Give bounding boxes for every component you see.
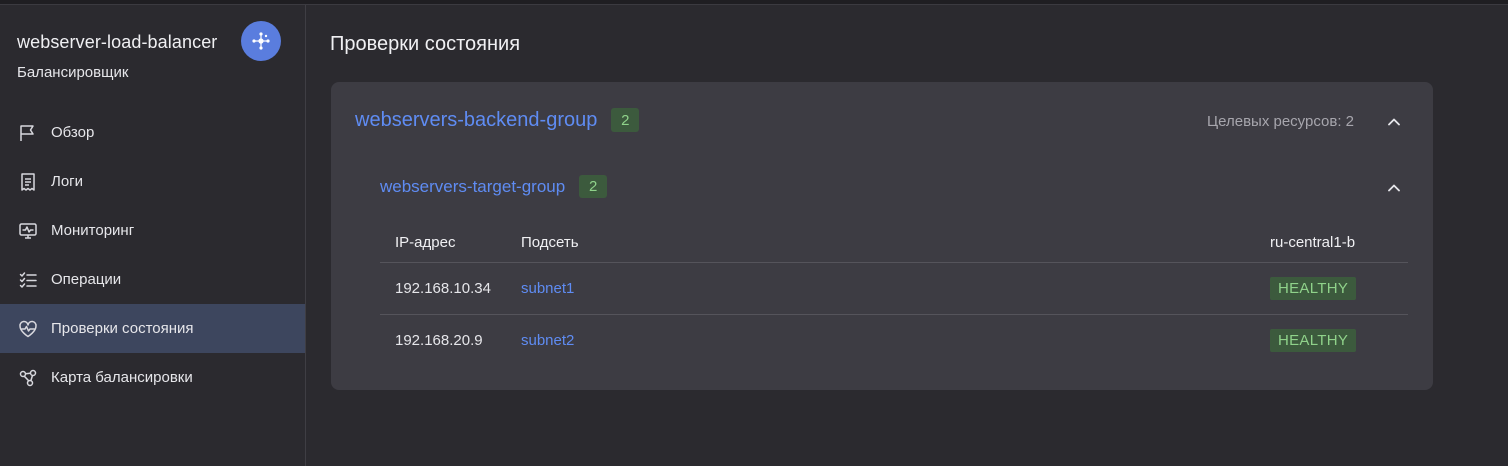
heart-pulse-icon (17, 318, 39, 340)
flag-icon (17, 122, 39, 144)
column-header-subnet: Подсеть (521, 233, 579, 251)
backend-group-link[interactable]: webservers-backend-group (355, 109, 597, 132)
chevron-up-icon[interactable] (1384, 178, 1404, 198)
ip-address: 192.168.10.34 (395, 280, 491, 297)
sidebar-header: webserver-load-balancer Балансировщик (0, 5, 305, 85)
subnet-link[interactable]: subnet2 (521, 332, 574, 349)
status-badge: HEALTHY (1270, 277, 1357, 300)
targets-count: Целевых ресурсов: 2 (1207, 113, 1354, 130)
column-header-ip: IP-адрес (395, 233, 456, 251)
target-group-link[interactable]: webservers-target-group (380, 177, 565, 197)
target-group-header: webservers-target-group 2 (380, 175, 608, 198)
receipt-icon (17, 171, 39, 193)
main-content: Проверки состояния webservers-backend-gr… (306, 5, 1508, 466)
column-header-zone: ru-central1-b (1270, 233, 1356, 251)
ip-address: 192.168.20.9 (395, 332, 483, 349)
sidebar-item-health-checks[interactable]: Проверки состояния (0, 304, 305, 353)
resource-type: Балансировщик (17, 64, 129, 81)
table-header: IP-адрес Подсеть ru-central1-b (380, 222, 1408, 263)
resource-title: webserver-load-balancer (17, 32, 218, 52)
backend-group-header: webservers-backend-group 2 (355, 108, 640, 132)
table-row: 192.168.10.34 subnet1 HEALTHY (380, 263, 1408, 315)
sidebar-item-balancing-map[interactable]: Карта балансировки (0, 353, 305, 402)
chevron-up-icon[interactable] (1384, 112, 1404, 132)
subnet-link[interactable]: subnet1 (521, 280, 574, 297)
sidebar-item-label: Операции (51, 271, 122, 288)
network-icon (241, 21, 281, 61)
sidebar-nav: Обзор Логи Мониторинг Операции Проверки … (0, 108, 305, 402)
sidebar-item-label: Карта балансировки (51, 369, 193, 386)
page-title: Проверки состояния (330, 33, 521, 55)
nodes-icon (17, 367, 39, 389)
backend-group-count-badge: 2 (611, 108, 640, 132)
target-group-count-badge: 2 (579, 175, 608, 198)
backend-group-card: webservers-backend-group 2 Целевых ресур… (331, 82, 1433, 390)
sidebar-item-overview[interactable]: Обзор (0, 108, 305, 157)
sidebar-item-logs[interactable]: Логи (0, 157, 305, 206)
targets-table: IP-адрес Подсеть ru-central1-b 192.168.1… (380, 222, 1408, 366)
sidebar-item-label: Мониторинг (51, 222, 135, 239)
sidebar-item-operations[interactable]: Операции (0, 255, 305, 304)
table-row: 192.168.20.9 subnet2 HEALTHY (380, 315, 1408, 366)
monitor-pulse-icon (17, 220, 39, 242)
sidebar-item-label: Обзор (51, 124, 95, 141)
status-badge: HEALTHY (1270, 329, 1357, 352)
sidebar-item-label: Логи (51, 173, 84, 190)
sidebar-item-monitoring[interactable]: Мониторинг (0, 206, 305, 255)
checklist-icon (17, 269, 39, 291)
sidebar: webserver-load-balancer Балансировщик Об… (0, 5, 306, 466)
sidebar-item-label: Проверки состояния (51, 320, 194, 337)
